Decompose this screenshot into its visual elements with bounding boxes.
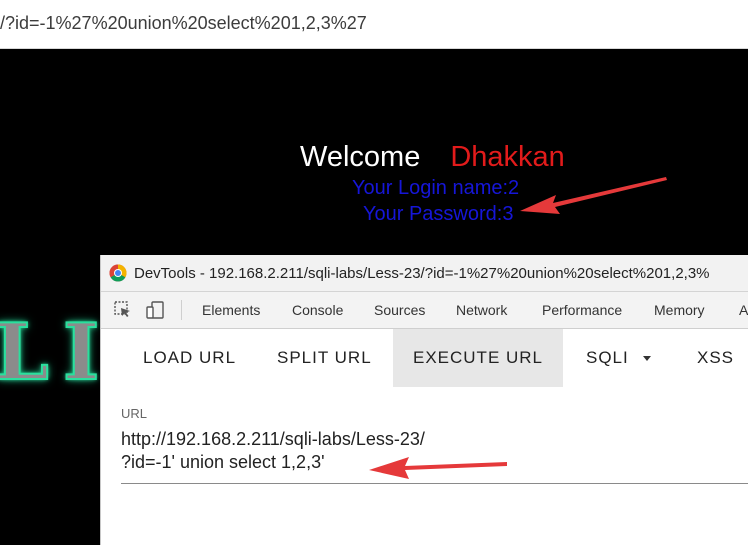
inspect-element-icon[interactable]	[113, 300, 133, 320]
url-field-line-2: ?id=-1' union select 1,2,3'	[121, 452, 325, 472]
load-url-label: LOAD URL	[143, 348, 237, 367]
xss-label: XSS	[697, 348, 735, 367]
url-field-label: URL	[121, 406, 148, 421]
hackbar-toolbar: LOAD URL SPLIT URL EXECUTE URL SQLI XSS	[101, 329, 748, 387]
chevron-down-icon	[642, 356, 651, 362]
execute-url-label: EXECUTE URL	[412, 348, 544, 367]
sqli-dropdown-button[interactable]: SQLI	[586, 329, 651, 387]
tab-elements[interactable]: Elements	[202, 302, 260, 318]
tab-console[interactable]: Console	[292, 302, 343, 318]
tab-memory[interactable]: Memory	[654, 302, 705, 318]
welcome-heading: Welcome Dhakkan	[300, 141, 565, 174]
devtools-title: DevTools - 192.168.2.211/sqli-labs/Less-…	[134, 265, 710, 282]
split-url-label: SPLIT URL	[277, 348, 372, 367]
url-field-line-1: http://192.168.2.211/sqli-labs/Less-23/	[121, 429, 425, 449]
browser-address-bar[interactable]: /?id=-1%27%20union%20select%201,2,3%27	[0, 0, 748, 49]
tab-network[interactable]: Network	[456, 302, 507, 318]
login-name-result: Your Login name:2	[352, 177, 520, 199]
devtools-tabbar: Elements Console Sources Network Perform…	[101, 292, 748, 329]
password-result: Your Password:3	[363, 203, 514, 225]
devtools-titlebar: DevTools - 192.168.2.211/sqli-labs/Less-…	[101, 255, 748, 292]
load-url-button[interactable]: LOAD URL	[121, 329, 259, 387]
tab-sources[interactable]: Sources	[374, 302, 425, 318]
xss-dropdown-button[interactable]: XSS	[697, 329, 734, 387]
devtools-window: DevTools - 192.168.2.211/sqli-labs/Less-…	[100, 255, 748, 545]
chrome-icon	[109, 264, 127, 282]
execute-url-button[interactable]: EXECUTE URL	[393, 329, 563, 387]
tab-overflow[interactable]: A	[739, 302, 748, 318]
tab-performance[interactable]: Performance	[542, 302, 622, 318]
split-url-button[interactable]: SPLIT URL	[277, 329, 372, 387]
welcome-text: Welcome	[300, 141, 421, 173]
toolbar-separator	[181, 300, 182, 320]
device-toolbar-icon[interactable]	[145, 300, 165, 320]
sqli-label: SQLI	[586, 348, 629, 367]
welcome-username: Dhakkan	[450, 141, 565, 173]
annotation-arrow-result	[520, 177, 667, 214]
address-bar-url[interactable]: /?id=-1%27%20union%20select%201,2,3%27	[0, 13, 367, 34]
annotation-arrow-payload	[369, 457, 507, 479]
